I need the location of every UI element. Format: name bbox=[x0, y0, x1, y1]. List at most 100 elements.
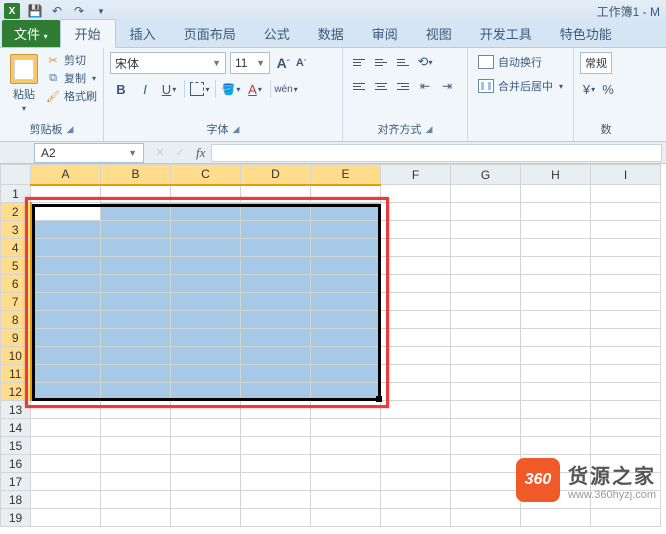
tab-insert[interactable]: 插入 bbox=[116, 20, 170, 47]
borders-button[interactable]: ▾ bbox=[189, 78, 211, 100]
cell[interactable] bbox=[171, 221, 241, 239]
cell[interactable] bbox=[521, 239, 591, 257]
save-icon[interactable]: 💾 bbox=[26, 2, 44, 20]
cell[interactable] bbox=[171, 329, 241, 347]
enter-formula-icon[interactable]: ✓ bbox=[170, 144, 190, 162]
cell[interactable] bbox=[381, 293, 451, 311]
column-header[interactable]: G bbox=[451, 165, 521, 185]
select-all-corner[interactable] bbox=[1, 165, 31, 185]
column-header[interactable]: D bbox=[241, 165, 311, 185]
cell[interactable] bbox=[101, 293, 171, 311]
cell[interactable] bbox=[101, 347, 171, 365]
orientation-button[interactable]: ⟲▾ bbox=[415, 52, 435, 72]
cell[interactable] bbox=[381, 383, 451, 401]
cell[interactable] bbox=[171, 491, 241, 509]
tab-data[interactable]: 数据 bbox=[304, 20, 358, 47]
cell[interactable] bbox=[31, 275, 101, 293]
row-header[interactable]: 18 bbox=[1, 491, 31, 509]
cell[interactable] bbox=[451, 455, 521, 473]
cell[interactable] bbox=[31, 491, 101, 509]
row-header[interactable]: 14 bbox=[1, 419, 31, 437]
cell[interactable] bbox=[101, 509, 171, 527]
cell[interactable] bbox=[381, 239, 451, 257]
row-header[interactable]: 19 bbox=[1, 509, 31, 527]
cell[interactable] bbox=[311, 437, 381, 455]
cell[interactable] bbox=[381, 365, 451, 383]
tab-special[interactable]: 特色功能 bbox=[546, 20, 626, 47]
cell[interactable] bbox=[241, 455, 311, 473]
cell[interactable] bbox=[311, 185, 381, 203]
merge-center-button[interactable]: 合并后居中▾ bbox=[474, 76, 567, 96]
cell[interactable] bbox=[171, 509, 241, 527]
cell[interactable] bbox=[521, 203, 591, 221]
redo-icon[interactable]: ↷ bbox=[70, 2, 88, 20]
cell[interactable] bbox=[241, 257, 311, 275]
cell[interactable] bbox=[171, 473, 241, 491]
cell[interactable] bbox=[171, 257, 241, 275]
increase-indent-button[interactable]: ⇥ bbox=[437, 76, 457, 96]
row-header[interactable]: 9 bbox=[1, 329, 31, 347]
increase-font-button[interactable]: Aˆ bbox=[274, 52, 292, 74]
cell[interactable] bbox=[451, 347, 521, 365]
column-header[interactable]: B bbox=[101, 165, 171, 185]
cell[interactable] bbox=[521, 275, 591, 293]
cell[interactable] bbox=[31, 383, 101, 401]
cell[interactable] bbox=[591, 311, 661, 329]
cell[interactable] bbox=[451, 239, 521, 257]
cell[interactable] bbox=[381, 185, 451, 203]
paste-button[interactable]: 粘贴 ▾ bbox=[6, 52, 42, 113]
alignment-launcher-icon[interactable]: ◢ bbox=[426, 124, 433, 135]
cell[interactable] bbox=[311, 347, 381, 365]
cell[interactable] bbox=[381, 257, 451, 275]
cell[interactable] bbox=[101, 383, 171, 401]
decrease-indent-button[interactable]: ⇤ bbox=[415, 76, 435, 96]
cell[interactable] bbox=[381, 275, 451, 293]
cell[interactable] bbox=[521, 257, 591, 275]
cell[interactable] bbox=[451, 509, 521, 527]
cell[interactable] bbox=[311, 311, 381, 329]
cell[interactable] bbox=[451, 221, 521, 239]
cell[interactable] bbox=[241, 491, 311, 509]
cell[interactable] bbox=[171, 239, 241, 257]
cell[interactable] bbox=[241, 239, 311, 257]
phonetic-button[interactable]: wén▾ bbox=[275, 78, 297, 100]
cell[interactable] bbox=[591, 257, 661, 275]
cell[interactable] bbox=[171, 365, 241, 383]
row-header[interactable]: 3 bbox=[1, 221, 31, 239]
bold-button[interactable]: B bbox=[110, 78, 132, 100]
cell[interactable] bbox=[101, 473, 171, 491]
tab-page-layout[interactable]: 页面布局 bbox=[170, 20, 250, 47]
align-left-button[interactable] bbox=[349, 76, 369, 96]
cell[interactable] bbox=[311, 293, 381, 311]
cell[interactable] bbox=[31, 419, 101, 437]
cell[interactable] bbox=[591, 329, 661, 347]
align-right-button[interactable] bbox=[393, 76, 413, 96]
tab-view[interactable]: 视图 bbox=[412, 20, 466, 47]
cell[interactable] bbox=[451, 365, 521, 383]
cell[interactable] bbox=[591, 293, 661, 311]
tab-review[interactable]: 审阅 bbox=[358, 20, 412, 47]
cell[interactable] bbox=[31, 203, 101, 221]
cell[interactable] bbox=[31, 455, 101, 473]
cell[interactable] bbox=[101, 455, 171, 473]
row-header[interactable]: 13 bbox=[1, 401, 31, 419]
cancel-formula-icon[interactable]: ✕ bbox=[150, 144, 170, 162]
row-header[interactable]: 2 bbox=[1, 203, 31, 221]
cell[interactable] bbox=[451, 257, 521, 275]
cell[interactable] bbox=[591, 203, 661, 221]
row-header[interactable]: 16 bbox=[1, 455, 31, 473]
cell[interactable] bbox=[31, 329, 101, 347]
column-header[interactable]: E bbox=[311, 165, 381, 185]
cell[interactable] bbox=[381, 401, 451, 419]
cell[interactable] bbox=[241, 401, 311, 419]
cell[interactable] bbox=[381, 491, 451, 509]
row-header[interactable]: 6 bbox=[1, 275, 31, 293]
cell[interactable] bbox=[101, 239, 171, 257]
cell[interactable] bbox=[31, 437, 101, 455]
cell[interactable] bbox=[311, 401, 381, 419]
cell[interactable] bbox=[311, 203, 381, 221]
cell[interactable] bbox=[381, 473, 451, 491]
copy-button[interactable]: ⧉复制▾ bbox=[46, 70, 97, 86]
cell[interactable] bbox=[241, 293, 311, 311]
decrease-font-button[interactable]: Aˇ bbox=[292, 52, 310, 74]
